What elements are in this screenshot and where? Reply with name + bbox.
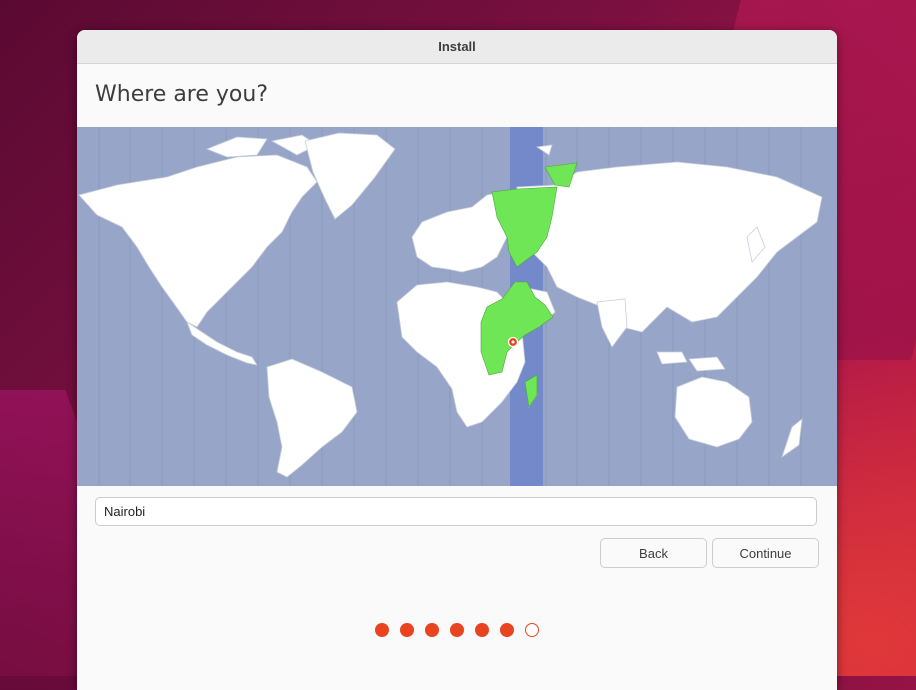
progress-dot-completed (400, 623, 414, 637)
page-title: Where are you? (95, 82, 268, 107)
progress-dot-completed (375, 623, 389, 637)
back-button[interactable]: Back (600, 538, 707, 568)
world-map-svg (77, 127, 837, 486)
progress-dot-completed (500, 623, 514, 637)
continue-button[interactable]: Continue (712, 538, 819, 568)
window-title: Install (438, 39, 476, 54)
progress-dot-current (525, 623, 539, 637)
progress-dot-completed (450, 623, 464, 637)
progress-dot-completed (425, 623, 439, 637)
location-input[interactable] (95, 497, 817, 526)
location-pin-icon[interactable] (507, 336, 519, 348)
installer-window: Install Where are you? Nairobi Back Cont… (77, 30, 837, 690)
timezone-map[interactable] (77, 127, 837, 486)
progress-indicator (77, 623, 837, 637)
title-bar[interactable]: Install (77, 30, 837, 64)
progress-dot-completed (475, 623, 489, 637)
